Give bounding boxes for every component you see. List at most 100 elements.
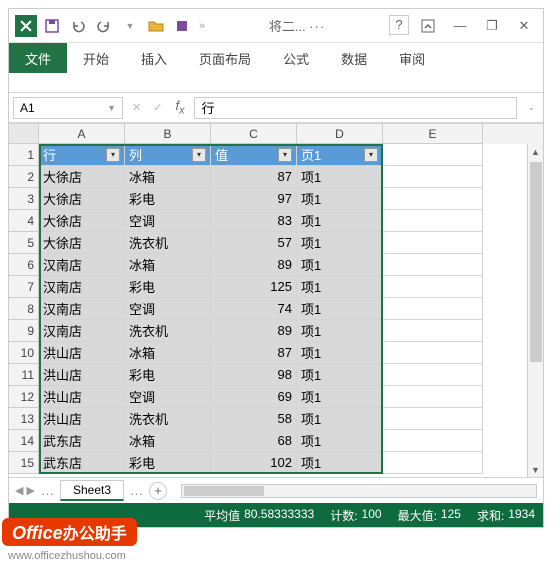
cell[interactable]: 项1 [297, 430, 383, 452]
table-row[interactable]: 12洪山店空调69项1 [9, 386, 543, 408]
scroll-up-icon[interactable]: ▲ [528, 144, 543, 160]
cell[interactable]: 大徐店 [39, 210, 125, 232]
table-row[interactable]: 11洪山店彩电98项1 [9, 364, 543, 386]
formula-bar[interactable]: 行 [194, 97, 517, 119]
cell[interactable]: 98 [211, 364, 297, 386]
cell[interactable]: 项1 [297, 452, 383, 474]
cell[interactable]: 68 [211, 430, 297, 452]
tab-insert[interactable]: 插入 [125, 43, 183, 73]
col-header-b[interactable]: B [125, 124, 211, 144]
cell[interactable]: 洪山店 [39, 386, 125, 408]
filter-dropdown-icon[interactable]: ▾ [192, 148, 206, 162]
table-row[interactable]: 15武东店彩电102项1 [9, 452, 543, 474]
cell[interactable]: 57 [211, 232, 297, 254]
table-header-cell[interactable]: 列▾ [125, 144, 211, 166]
row-header[interactable]: 6 [9, 254, 39, 276]
cancel-icon[interactable]: ✕ [129, 101, 144, 114]
cell[interactable]: 汉南店 [39, 320, 125, 342]
select-all-corner[interactable] [9, 124, 39, 144]
hscroll-thumb[interactable] [184, 486, 264, 496]
formula-expand-icon[interactable]: ⌄ [523, 102, 539, 113]
table-row[interactable]: 1行▾列▾值▾页1▾ [9, 144, 543, 166]
cell[interactable]: 彩电 [125, 452, 211, 474]
chevron-down-icon[interactable]: ▼ [107, 103, 116, 113]
cell[interactable]: 87 [211, 166, 297, 188]
cell[interactable]: 汉南店 [39, 254, 125, 276]
row-header[interactable]: 8 [9, 298, 39, 320]
horizontal-scrollbar[interactable] [181, 484, 537, 498]
undo-icon[interactable] [69, 17, 87, 35]
cell[interactable]: 项1 [297, 386, 383, 408]
cell[interactable]: 汉南店 [39, 298, 125, 320]
table-row[interactable]: 2大徐店冰箱87项1 [9, 166, 543, 188]
table-row[interactable]: 14武东店冰箱68项1 [9, 430, 543, 452]
table-row[interactable]: 3大徐店彩电97项1 [9, 188, 543, 210]
confirm-icon[interactable]: ✓ [150, 101, 165, 114]
cell[interactable]: 洗衣机 [125, 408, 211, 430]
save-icon[interactable] [43, 17, 61, 35]
table-row[interactable]: 9汉南店洗衣机89项1 [9, 320, 543, 342]
table-row[interactable]: 10洪山店冰箱87项1 [9, 342, 543, 364]
scroll-thumb[interactable] [530, 162, 542, 362]
col-header-e[interactable]: E [383, 124, 483, 144]
cell[interactable]: 87 [211, 342, 297, 364]
add-sheet-button[interactable]: + [149, 482, 167, 500]
cell[interactable]: 洗衣机 [125, 320, 211, 342]
sheet-nav[interactable]: ◀ ▶ [15, 484, 35, 497]
ribbon-options-icon[interactable] [415, 15, 441, 37]
cell[interactable]: 空调 [125, 386, 211, 408]
filter-dropdown-icon[interactable]: ▾ [278, 148, 292, 162]
cell[interactable]: 冰箱 [125, 254, 211, 276]
cell[interactable] [383, 210, 483, 232]
sheet-tab-active[interactable]: Sheet3 [60, 480, 124, 501]
cell[interactable]: 大徐店 [39, 188, 125, 210]
row-header[interactable]: 13 [9, 408, 39, 430]
cell[interactable]: 89 [211, 320, 297, 342]
cell[interactable] [383, 276, 483, 298]
cell[interactable] [383, 430, 483, 452]
scroll-down-icon[interactable]: ▼ [528, 462, 543, 477]
cell[interactable] [383, 320, 483, 342]
cell[interactable]: 武东店 [39, 452, 125, 474]
cell[interactable]: 83 [211, 210, 297, 232]
cell[interactable] [383, 298, 483, 320]
cell[interactable]: 大徐店 [39, 232, 125, 254]
col-header-a[interactable]: A [39, 124, 125, 144]
cell[interactable] [383, 386, 483, 408]
cell[interactable] [383, 232, 483, 254]
cell[interactable]: 洪山店 [39, 408, 125, 430]
cell[interactable]: 冰箱 [125, 342, 211, 364]
cell[interactable] [383, 254, 483, 276]
table-row[interactable]: 13洪山店洗衣机58项1 [9, 408, 543, 430]
qat-dropdown-icon[interactable]: ▼ [121, 17, 139, 35]
open-icon[interactable] [147, 17, 165, 35]
cell[interactable]: 武东店 [39, 430, 125, 452]
cell[interactable] [383, 166, 483, 188]
row-header[interactable]: 12 [9, 386, 39, 408]
table-row[interactable]: 8汉南店空调74项1 [9, 298, 543, 320]
cell[interactable]: 彩电 [125, 276, 211, 298]
cell[interactable]: 项1 [297, 210, 383, 232]
cell[interactable]: 冰箱 [125, 166, 211, 188]
tab-data[interactable]: 数据 [325, 43, 383, 73]
vertical-scrollbar[interactable]: ▲ ▼ [527, 144, 543, 477]
cell[interactable]: 彩电 [125, 188, 211, 210]
cell[interactable]: 97 [211, 188, 297, 210]
table-row[interactable]: 4大徐店空调83项1 [9, 210, 543, 232]
filter-dropdown-icon[interactable]: ▾ [106, 148, 120, 162]
cell[interactable]: 大徐店 [39, 166, 125, 188]
tab-home[interactable]: 开始 [67, 43, 125, 73]
row-header[interactable]: 2 [9, 166, 39, 188]
grid-body[interactable]: 1行▾列▾值▾页1▾2大徐店冰箱87项13大徐店彩电97项14大徐店空调83项1… [9, 144, 543, 474]
cell[interactable]: 洪山店 [39, 342, 125, 364]
cell[interactable]: 125 [211, 276, 297, 298]
filter-dropdown-icon[interactable]: ▾ [364, 148, 378, 162]
row-header[interactable]: 7 [9, 276, 39, 298]
tab-pagelayout[interactable]: 页面布局 [183, 43, 267, 73]
col-header-c[interactable]: C [211, 124, 297, 144]
cell[interactable]: 项1 [297, 232, 383, 254]
cell[interactable]: 项1 [297, 408, 383, 430]
fx-icon[interactable]: fx [171, 98, 188, 117]
row-header[interactable]: 9 [9, 320, 39, 342]
cell[interactable] [383, 364, 483, 386]
